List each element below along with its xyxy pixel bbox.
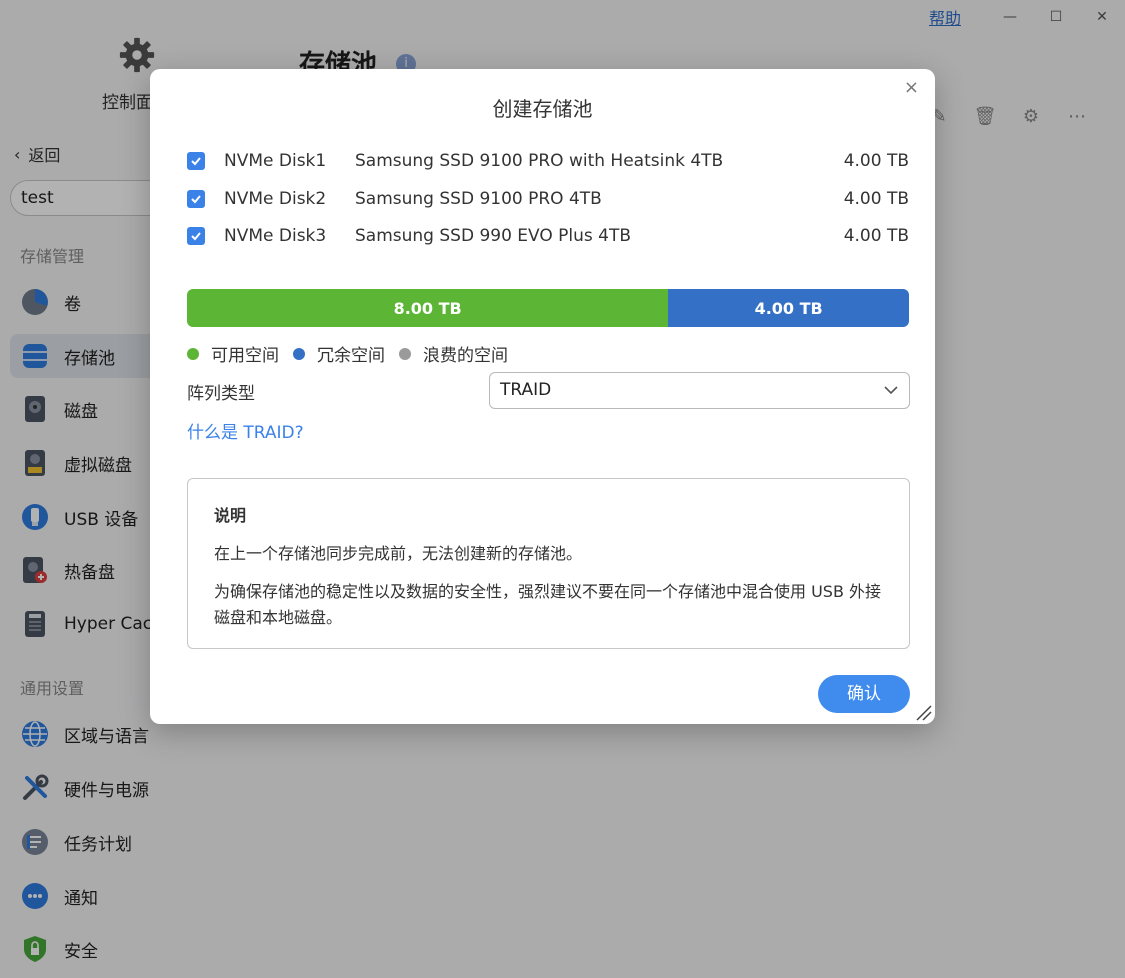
disk-row: NVMe Disk2 Samsung SSD 9100 PRO 4TB 4.00… bbox=[187, 186, 909, 212]
disk-size: 4.00 TB bbox=[843, 226, 909, 246]
disk-model: Samsung SSD 9100 PRO 4TB bbox=[355, 189, 602, 209]
disk-name: NVMe Disk1 bbox=[224, 151, 327, 171]
legend-dot-redundant bbox=[293, 347, 305, 360]
resize-handle-icon[interactable] bbox=[913, 702, 933, 722]
note-title: 说明 bbox=[214, 506, 247, 525]
capacity-bar: 8.00 TB 4.00 TB bbox=[187, 289, 909, 327]
disk-row: NVMe Disk3 Samsung SSD 990 EVO Plus 4TB … bbox=[187, 223, 909, 249]
legend-label: 浪费的空间 bbox=[423, 346, 508, 366]
chevron-down-icon bbox=[883, 373, 899, 421]
disk-size: 4.00 TB bbox=[843, 151, 909, 171]
note-box: 说明 在上一个存储池同步完成前，无法创建新的存储池。 为确保存储池的稳定性以及数… bbox=[187, 478, 910, 649]
redundant-space-segment: 4.00 TB bbox=[668, 289, 909, 327]
dialog-title: 创建存储池 bbox=[492, 97, 593, 121]
legend-item: 浪费的空间 bbox=[399, 341, 508, 366]
disk-checkbox[interactable] bbox=[187, 152, 205, 170]
note-line: 在上一个存储池同步完成前，无法创建新的存储池。 bbox=[214, 544, 583, 563]
disk-row: NVMe Disk1 Samsung SSD 9100 PRO with Hea… bbox=[187, 148, 909, 174]
array-type-select[interactable]: TRAID bbox=[489, 372, 910, 409]
capacity-legend: 可用空间 冗余空间 浪费的空间 bbox=[187, 341, 508, 366]
disk-model: Samsung SSD 9100 PRO with Heatsink 4TB bbox=[355, 151, 724, 171]
confirm-button[interactable]: 确认 bbox=[818, 675, 910, 713]
disk-model: Samsung SSD 990 EVO Plus 4TB bbox=[355, 226, 632, 246]
create-storage-pool-dialog: × 创建存储池 NVMe Disk1 Samsung SSD 9100 PRO … bbox=[150, 69, 935, 724]
legend-dot-wasted bbox=[399, 347, 411, 360]
disk-checkbox[interactable] bbox=[187, 190, 205, 208]
disk-size: 4.00 TB bbox=[843, 189, 909, 209]
array-type-value: TRAID bbox=[500, 380, 552, 400]
legend-label: 冗余空间 bbox=[317, 346, 385, 366]
disk-checkbox[interactable] bbox=[187, 227, 205, 245]
legend-dot-available bbox=[187, 347, 199, 360]
legend-item: 冗余空间 bbox=[293, 341, 385, 366]
array-type-label: 阵列类型 bbox=[187, 384, 255, 404]
note-line: 为确保存储池的稳定性以及数据的安全性，强烈建议不要在同一个存储池中混合使用 US… bbox=[214, 582, 882, 627]
legend-label: 可用空间 bbox=[211, 346, 279, 366]
disk-name: NVMe Disk2 bbox=[224, 189, 327, 209]
available-space-segment: 8.00 TB bbox=[187, 289, 669, 327]
what-is-traid-link[interactable]: 什么是 TRAID? bbox=[187, 418, 304, 443]
disk-name: NVMe Disk3 bbox=[224, 226, 327, 246]
legend-item: 可用空间 bbox=[187, 341, 279, 366]
